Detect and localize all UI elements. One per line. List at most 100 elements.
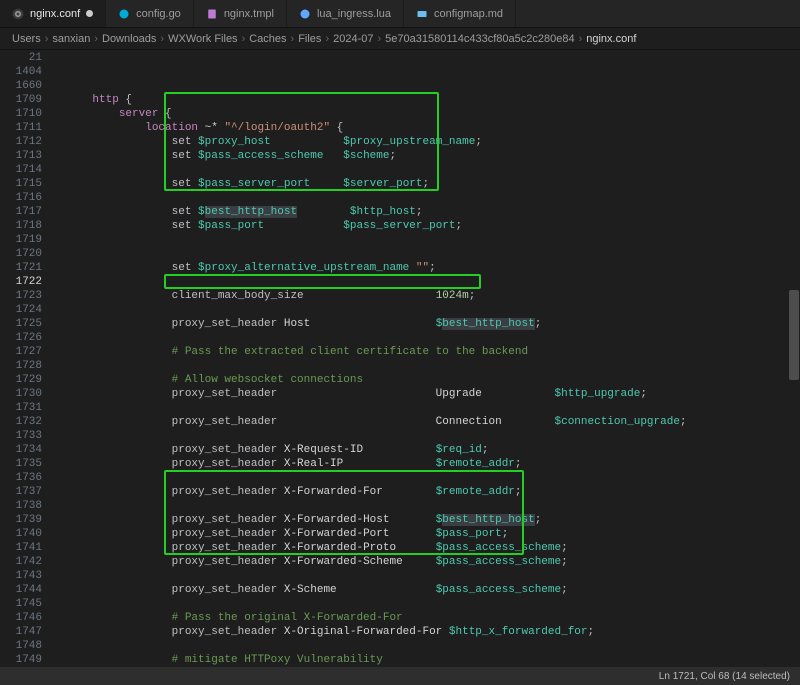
line-number: 1729 (6, 373, 42, 387)
line-number: 1713 (6, 149, 42, 163)
code-line[interactable] (66, 471, 800, 485)
code-line[interactable] (66, 303, 800, 317)
line-number: 1737 (6, 485, 42, 499)
line-number: 1714 (6, 163, 42, 177)
line-number: 1736 (6, 471, 42, 485)
tab-label: lua_ingress.lua (317, 8, 391, 20)
code-line[interactable]: set $proxy_alternative_upstream_name ""; (66, 261, 800, 275)
code-line[interactable] (66, 499, 800, 513)
breadcrumb: Users›sanxian›Downloads›WXWork Files›Cac… (0, 28, 800, 50)
breadcrumb-item[interactable]: Caches (249, 33, 286, 45)
line-number: 1733 (6, 429, 42, 443)
line-number: 1749 (6, 653, 42, 667)
code-line[interactable]: server { (66, 107, 800, 121)
line-number: 1739 (6, 513, 42, 527)
code-line[interactable]: proxy_set_header X-Forwarded-Host $best_… (66, 513, 800, 527)
code-area[interactable]: http { server { location ~* "^/login/oau… (56, 50, 800, 667)
breadcrumb-item[interactable]: Users (12, 33, 41, 45)
editor-tabs: nginx.conf config.go nginx.tmpl lua_ingress… (0, 0, 800, 28)
line-number: 1720 (6, 247, 42, 261)
code-line[interactable]: proxy_set_header X-Original-Forwarded-Fo… (66, 625, 800, 639)
code-line[interactable]: set $pass_access_scheme $scheme; (66, 149, 800, 163)
code-line[interactable]: location ~* "^/login/oauth2" { (66, 121, 800, 135)
line-number: 1734 (6, 443, 42, 457)
line-number: 1735 (6, 457, 42, 471)
code-line[interactable] (66, 331, 800, 345)
code-line[interactable]: # mitigate HTTPoxy Vulnerability (66, 653, 800, 667)
chevron-right-icon: › (325, 33, 329, 45)
tab-label: nginx.conf (30, 8, 80, 20)
code-line[interactable]: proxy_set_header X-Request-ID $req_id; (66, 443, 800, 457)
line-number: 1722 (6, 275, 42, 289)
breadcrumb-item[interactable]: Files (298, 33, 321, 45)
code-editor[interactable]: 2114041660170917101711171217131714171517… (0, 50, 800, 667)
tab-lua_ingress-lua[interactable]: lua_ingress.lua (287, 0, 404, 27)
code-line[interactable] (66, 429, 800, 443)
breadcrumb-item[interactable]: 2024-07 (333, 33, 373, 45)
code-line[interactable]: # Allow websocket connections (66, 373, 800, 387)
tab-nginx-conf[interactable]: nginx.conf (0, 0, 106, 27)
code-line[interactable]: set $pass_server_port $server_port; (66, 177, 800, 191)
breadcrumb-item[interactable]: WXWork Files (168, 33, 237, 45)
code-line[interactable]: set $best_http_host $http_host; (66, 205, 800, 219)
code-line[interactable] (66, 597, 800, 611)
tab-label: config.go (136, 8, 181, 20)
line-number: 1742 (6, 555, 42, 569)
code-line[interactable]: # Pass the extracted client certificate … (66, 345, 800, 359)
tab-label: configmap.md (434, 8, 503, 20)
line-number: 1748 (6, 639, 42, 653)
code-line[interactable]: proxy_set_header X-Forwarded-Port $pass_… (66, 527, 800, 541)
code-line[interactable] (66, 191, 800, 205)
breadcrumb-item[interactable]: sanxian (52, 33, 90, 45)
line-number: 1727 (6, 345, 42, 359)
dirty-indicator-icon (86, 10, 93, 17)
code-line[interactable] (66, 569, 800, 583)
tab-config-go[interactable]: config.go (106, 0, 194, 27)
line-number: 1716 (6, 191, 42, 205)
breadcrumb-item[interactable]: Downloads (102, 33, 156, 45)
code-line[interactable]: # Pass the original X-Forwarded-For (66, 611, 800, 625)
chevron-right-icon: › (242, 33, 246, 45)
chevron-right-icon: › (160, 33, 164, 45)
code-line[interactable] (66, 275, 800, 289)
line-number: 1724 (6, 303, 42, 317)
code-line[interactable] (66, 233, 800, 247)
breadcrumb-item[interactable]: nginx.conf (586, 33, 636, 45)
line-number: 1738 (6, 499, 42, 513)
code-line[interactable] (66, 401, 800, 415)
code-line[interactable]: set $pass_port $pass_server_port; (66, 219, 800, 233)
line-number: 21 (6, 51, 42, 65)
line-number: 1710 (6, 107, 42, 121)
code-line[interactable]: proxy_set_header Connection $connection_… (66, 415, 800, 429)
code-line[interactable]: proxy_set_header Host $best_http_host; (66, 317, 800, 331)
code-line[interactable] (66, 639, 800, 653)
code-line[interactable]: proxy_set_header X-Forwarded-Proto $pass… (66, 541, 800, 555)
code-line[interactable]: proxy_set_header X-Forwarded-For $remote… (66, 485, 800, 499)
line-number: 1743 (6, 569, 42, 583)
line-number: 1730 (6, 387, 42, 401)
chevron-right-icon: › (94, 33, 98, 45)
line-number: 1741 (6, 541, 42, 555)
code-line[interactable]: set $proxy_host $proxy_upstream_name; (66, 135, 800, 149)
line-number: 1660 (6, 79, 42, 93)
line-number: 1726 (6, 331, 42, 345)
tab-nginx-tmpl[interactable]: nginx.tmpl (194, 0, 287, 27)
code-line[interactable]: proxy_set_header X-Forwarded-Scheme $pas… (66, 555, 800, 569)
code-line[interactable]: proxy_set_header Upgrade $http_upgrade; (66, 387, 800, 401)
tab-label: nginx.tmpl (224, 8, 274, 20)
line-number: 1728 (6, 359, 42, 373)
line-number: 1712 (6, 135, 42, 149)
chevron-right-icon: › (291, 33, 295, 45)
code-line[interactable]: http { (66, 93, 800, 107)
code-line[interactable]: proxy_set_header X-Scheme $pass_access_s… (66, 583, 800, 597)
line-number: 1740 (6, 527, 42, 541)
tab-configmap-md[interactable]: configmap.md (404, 0, 516, 27)
chevron-right-icon: › (377, 33, 381, 45)
code-line[interactable] (66, 163, 800, 177)
code-line[interactable] (66, 247, 800, 261)
code-line[interactable] (66, 359, 800, 373)
breadcrumb-item[interactable]: 5e70a31580114c433cf80a5c2c280e84 (385, 33, 574, 45)
code-line[interactable]: client_max_body_size 1024m; (66, 289, 800, 303)
chevron-right-icon: › (45, 33, 49, 45)
code-line[interactable]: proxy_set_header X-Real-IP $remote_addr; (66, 457, 800, 471)
